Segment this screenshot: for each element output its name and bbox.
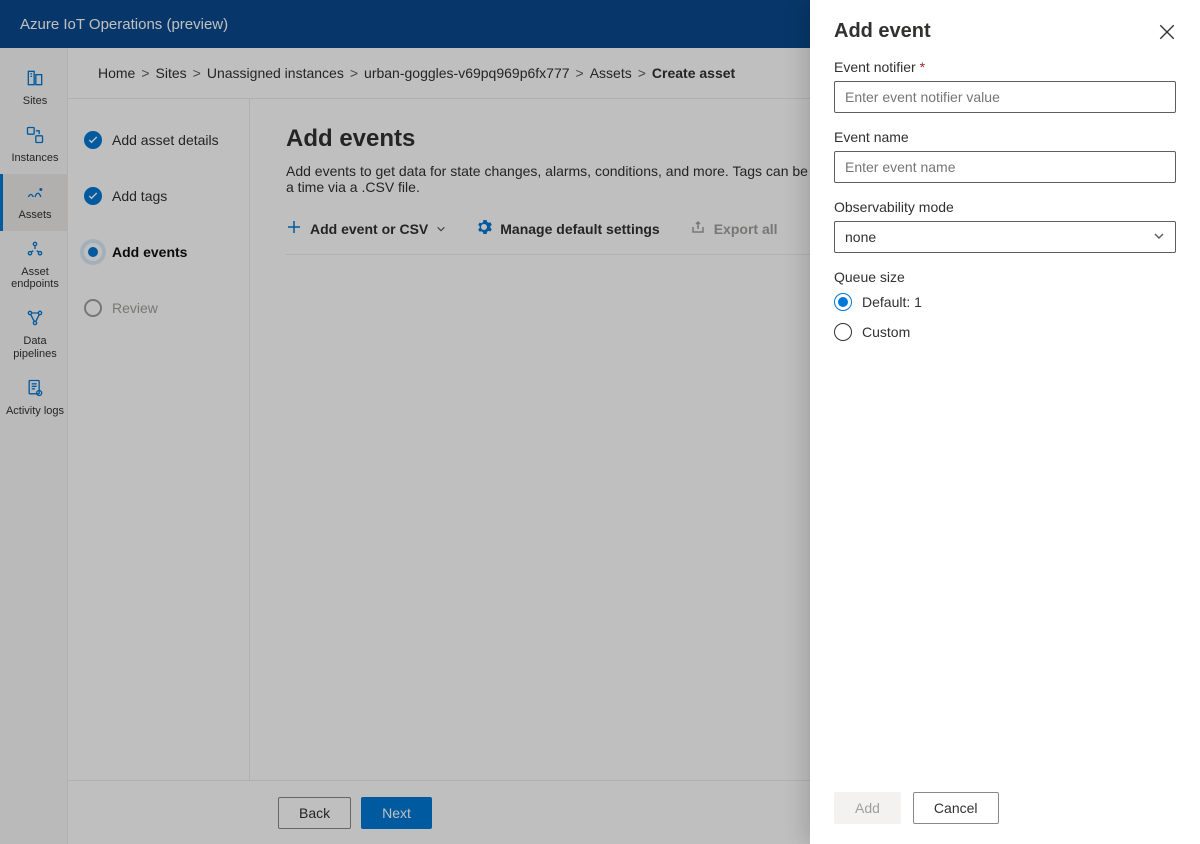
event-notifier-label: Event notifier * — [834, 59, 1176, 75]
radio-label: Default: 1 — [862, 294, 922, 310]
radio-icon — [834, 323, 852, 341]
queue-size-radio-group: Default: 1 Custom — [834, 293, 1176, 341]
close-icon — [1158, 23, 1176, 41]
cancel-button[interactable]: Cancel — [913, 792, 999, 824]
queue-size-label: Queue size — [834, 269, 1176, 285]
radio-icon — [834, 293, 852, 311]
event-notifier-input[interactable] — [834, 81, 1176, 113]
queue-custom-radio[interactable]: Custom — [834, 323, 1176, 341]
add-button: Add — [834, 792, 901, 824]
required-marker: * — [920, 59, 925, 75]
chevron-down-icon — [1153, 229, 1165, 245]
select-value: none — [845, 229, 876, 245]
event-name-label: Event name — [834, 129, 1176, 145]
close-button[interactable] — [1158, 23, 1176, 41]
radio-label: Custom — [862, 324, 910, 340]
event-name-input[interactable] — [834, 151, 1176, 183]
observability-mode-label: Observability mode — [834, 199, 1176, 215]
add-event-flyout: Add event Event notifier * Event name Ob… — [810, 0, 1200, 844]
observability-mode-select[interactable]: none — [834, 221, 1176, 253]
queue-default-radio[interactable]: Default: 1 — [834, 293, 1176, 311]
flyout-title: Add event — [834, 20, 931, 43]
